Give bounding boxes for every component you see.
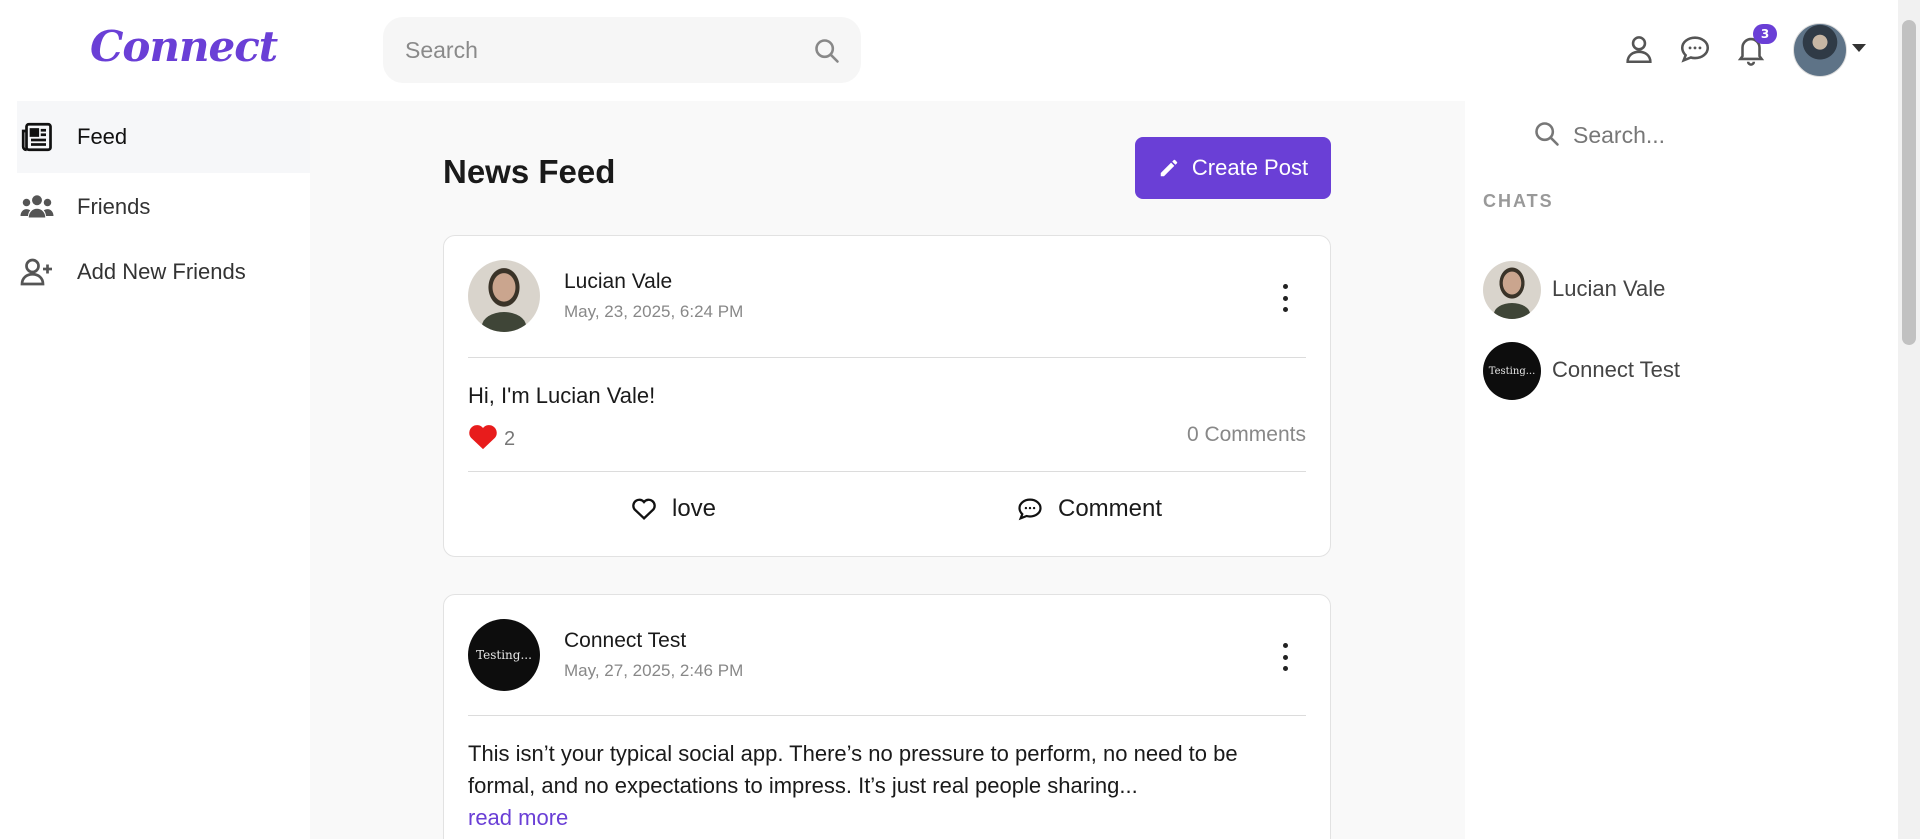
app-root: Connect 3 Feed Friends Add New Friends N…	[0, 0, 1920, 839]
chat-search-input[interactable]	[1573, 117, 1823, 153]
users-icon	[20, 195, 54, 218]
search-input[interactable]	[405, 17, 785, 83]
avatar[interactable]: Testing...	[468, 619, 540, 691]
avatar	[1483, 261, 1541, 319]
user-avatar[interactable]	[1793, 23, 1847, 77]
avatar: Testing...	[1483, 342, 1541, 400]
post-text: Hi, I'm Lucian Vale!	[468, 383, 656, 408]
newspaper-icon	[21, 122, 52, 152]
divider	[468, 357, 1306, 358]
sidebar-item-label: Feed	[77, 124, 128, 149]
sidebar-item-feed[interactable]: Feed	[17, 101, 310, 173]
comment-button[interactable]: Comment	[1016, 489, 1162, 529]
comments-count[interactable]: 0 Comments	[1187, 423, 1306, 447]
chat-item[interactable]: Lucian Vale	[1483, 261, 1883, 321]
create-post-label: Create Post	[1191, 155, 1309, 180]
chat-name: Lucian Vale	[1552, 276, 1666, 301]
post-date: May, 27, 2025, 2:46 PM	[564, 661, 744, 680]
love-label: love	[672, 495, 717, 522]
create-post-button[interactable]: Create Post	[1135, 137, 1331, 199]
pencil-icon	[1160, 159, 1178, 177]
global-search	[383, 17, 861, 83]
chevron-down-icon[interactable]	[1852, 44, 1866, 52]
post-author[interactable]: Lucian Vale	[564, 270, 672, 294]
more-options-icon[interactable]	[1280, 284, 1290, 312]
left-sidebar: Feed Friends Add New Friends	[17, 101, 310, 839]
divider	[468, 471, 1306, 472]
post-date: May, 23, 2025, 6:24 PM	[564, 302, 744, 321]
page-title: News Feed	[443, 153, 616, 190]
chat-search	[1533, 117, 1833, 153]
profile-icon[interactable]	[1622, 32, 1656, 66]
app-logo[interactable]: Connect	[90, 22, 278, 71]
messages-icon[interactable]	[1678, 32, 1712, 66]
chat-name: Connect Test	[1552, 357, 1681, 382]
top-bar: Connect 3	[0, 0, 1898, 101]
divider	[468, 715, 1306, 716]
avatar[interactable]	[468, 260, 540, 332]
chat-item[interactable]: Testing... Connect Test	[1483, 342, 1883, 402]
chat-panel: CHATS Lucian Vale Testing... Connect Tes…	[1465, 101, 1898, 839]
like-count: 2	[504, 428, 516, 450]
sidebar-item-friends[interactable]: Friends	[17, 171, 310, 243]
scrollbar-thumb[interactable]	[1902, 20, 1916, 345]
search-icon[interactable]	[813, 37, 841, 65]
news-feed: News Feed Create Post Lucian Vale May, 2…	[310, 101, 1465, 839]
post-author[interactable]: Connect Test	[564, 629, 686, 653]
more-options-icon[interactable]	[1280, 643, 1290, 671]
sidebar-item-label: Add New Friends	[77, 259, 246, 284]
read-more-link[interactable]: read more	[468, 805, 568, 830]
comment-icon	[1018, 498, 1042, 521]
sidebar-item-add-new-friends[interactable]: Add New Friends	[17, 236, 310, 308]
notification-badge: 3	[1753, 24, 1777, 44]
page-scrollbar[interactable]	[1898, 0, 1920, 839]
heart-filled-icon	[469, 425, 497, 450]
sidebar-item-label: Friends	[77, 194, 151, 219]
heart-icon	[632, 498, 656, 520]
love-button[interactable]: love	[630, 489, 716, 529]
user-plus-icon	[20, 258, 52, 286]
post-text: This isn’t your typical social app. Ther…	[468, 741, 1238, 798]
comment-label: Comment	[1058, 495, 1163, 522]
chats-heading: CHATS	[1483, 191, 1554, 211]
post-text-block: This isn’t your typical social app. Ther…	[468, 738, 1306, 834]
post-card: Testing... Connect Test May, 27, 2025, 2…	[443, 594, 1331, 839]
post-card: Lucian Vale May, 23, 2025, 6:24 PM Hi, I…	[443, 235, 1331, 557]
search-icon[interactable]	[1533, 120, 1561, 148]
